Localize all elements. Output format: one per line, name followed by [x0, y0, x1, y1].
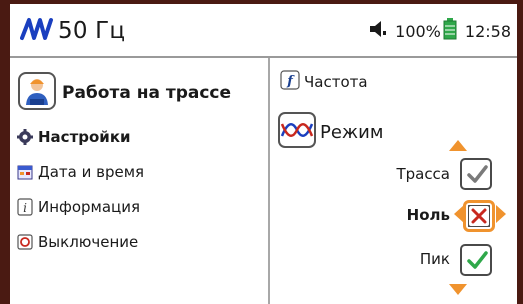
option-label-route: Трасса [396, 165, 450, 183]
option-checkbox-peak[interactable] [460, 244, 492, 276]
menu-item-datetime[interactable]: Дата и время [16, 163, 144, 181]
info-icon: i [16, 198, 34, 216]
menu-item-power-off[interactable]: Выключение [16, 233, 138, 251]
calendar-icon [16, 163, 34, 181]
panel-divider [268, 58, 270, 304]
battery-icon [443, 18, 457, 44]
option-label-peak: Пик [419, 250, 450, 268]
status-bar: 50 Гц 100% 12:58 [10, 4, 517, 58]
option-checkbox-zero[interactable] [463, 200, 495, 232]
menu-label-settings: Настройки [38, 128, 131, 146]
mode-icon [278, 112, 316, 152]
scroll-up-arrow-icon[interactable] [449, 137, 467, 156]
clock: 12:58 [464, 21, 511, 41]
left-panel-title: Работа на трассе [18, 72, 231, 114]
wave-icon [20, 16, 54, 46]
speaker-icon [369, 20, 389, 42]
svg-text:i: i [23, 201, 27, 215]
frequency-title: 50 Гц [58, 18, 126, 44]
menu-item-info[interactable]: i Информация [16, 198, 140, 216]
menu-item-settings[interactable]: Настройки [16, 128, 131, 146]
option-checkbox-route[interactable] [460, 158, 492, 190]
menu-label-datetime: Дата и время [38, 163, 145, 181]
mode-row[interactable]: Режим [278, 112, 383, 152]
menu-label-power-off: Выключение [38, 233, 139, 251]
gear-icon [16, 128, 34, 146]
frequency-label: Частота [304, 73, 368, 91]
power-icon [16, 233, 34, 251]
menu-label-info: Информация [38, 198, 141, 216]
scroll-down-arrow-icon[interactable] [449, 281, 467, 300]
brand: 50 Гц [20, 16, 125, 46]
work-on-route-title: Работа на трассе [62, 83, 232, 103]
frequency-row[interactable]: f Частота [280, 70, 368, 94]
right-selector-arrow-icon [496, 205, 506, 227]
mode-label: Режим [320, 121, 384, 143]
function-icon: f [280, 70, 300, 94]
battery-percent: 100% [395, 21, 441, 41]
status-indicators: 100% 12:58 [363, 18, 511, 44]
worker-icon [18, 72, 56, 114]
option-label-zero: Ноль [406, 206, 450, 224]
